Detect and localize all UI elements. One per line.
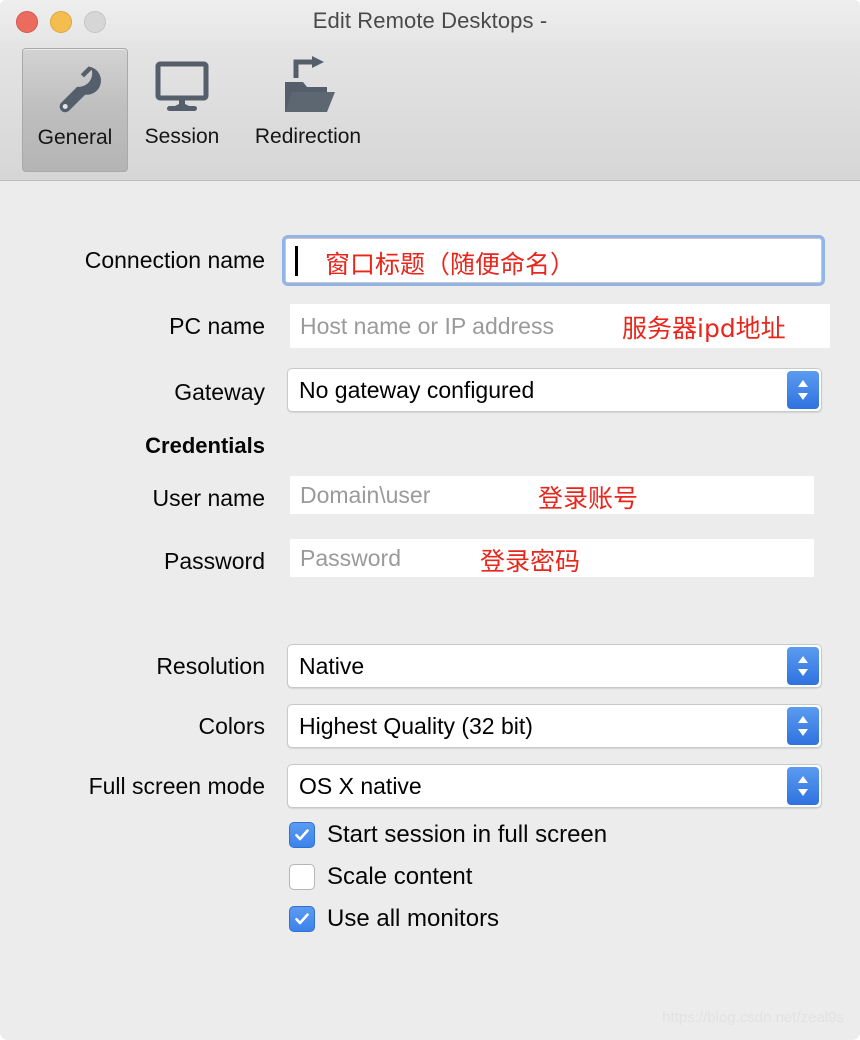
colors-value: Highest Quality (32 bit): [299, 712, 533, 739]
full-screen-mode-value: OS X native: [299, 772, 422, 799]
folder-redirect-icon: [238, 48, 378, 126]
checkbox-label-scale-content: Scale content: [327, 863, 473, 890]
gateway-select[interactable]: No gateway configured: [287, 368, 822, 412]
watermark: https://blog.csdn.net/zeal9s: [662, 1009, 844, 1026]
tab-general[interactable]: General: [22, 48, 128, 172]
colors-label: Colors: [198, 713, 265, 739]
checkbox-scale-content[interactable]: Scale content: [289, 863, 472, 891]
colors-select[interactable]: Highest Quality (32 bit): [287, 704, 822, 748]
general-panel: Connection name 窗口标题（随便命名） PC name Host …: [0, 181, 860, 1040]
title-bar: Edit Remote Desktops -: [0, 0, 860, 42]
text-caret: [295, 246, 298, 276]
edit-remote-desktops-window: Edit Remote Desktops - General Session R…: [0, 0, 860, 1040]
resolution-stepper-icon[interactable]: [787, 647, 819, 685]
colors-stepper-icon[interactable]: [787, 707, 819, 745]
tab-redirection-label: Redirection: [254, 125, 362, 148]
wrench-icon: [23, 49, 127, 127]
full-screen-mode-stepper-icon[interactable]: [787, 767, 819, 805]
tab-session-label: Session: [144, 125, 220, 148]
toolbar: General Session Redirection: [0, 42, 860, 181]
tab-general-label: General: [37, 126, 113, 149]
monitor-icon: [130, 48, 234, 126]
password-annotation: 登录密码: [480, 547, 581, 576]
pc-name-placeholder: Host name or IP address: [300, 312, 554, 339]
full-screen-mode-label: Full screen mode: [88, 773, 265, 799]
user-name-label: User name: [152, 485, 265, 511]
full-screen-mode-select[interactable]: OS X native: [287, 764, 822, 808]
password-label: Password: [164, 548, 265, 574]
connection-name-label: Connection name: [84, 247, 265, 273]
checkbox-label-use-all-monitors: Use all monitors: [327, 905, 500, 932]
connection-name-annotation: 窗口标题（随便命名）: [325, 250, 576, 279]
user-name-placeholder: Domain\user: [300, 481, 431, 508]
pc-name-label: PC name: [169, 313, 265, 339]
checkmark-icon[interactable]: [289, 822, 315, 848]
pc-name-annotation: 服务器ipd地址: [622, 314, 786, 343]
resolution-select[interactable]: Native: [287, 644, 822, 688]
password-placeholder: Password: [300, 544, 401, 571]
credentials-heading: Credentials: [145, 433, 265, 458]
checkbox-use-all-monitors[interactable]: Use all monitors: [289, 905, 499, 933]
resolution-value: Native: [299, 652, 365, 679]
gateway-stepper-icon[interactable]: [787, 371, 819, 409]
resolution-label: Resolution: [156, 653, 265, 679]
tab-session[interactable]: Session: [130, 48, 234, 170]
checkmark-icon[interactable]: [289, 906, 315, 932]
user-name-annotation: 登录账号: [538, 484, 639, 513]
checkbox-start-session-full-screen[interactable]: Start session in full screen: [289, 821, 607, 849]
checkbox-empty-icon[interactable]: [289, 864, 315, 890]
checkbox-label-start-session: Start session in full screen: [327, 821, 608, 848]
gateway-label: Gateway: [174, 379, 265, 405]
gateway-value: No gateway configured: [299, 376, 535, 403]
window-title: Edit Remote Desktops -: [312, 8, 548, 33]
tab-redirection[interactable]: Redirection: [238, 48, 378, 170]
